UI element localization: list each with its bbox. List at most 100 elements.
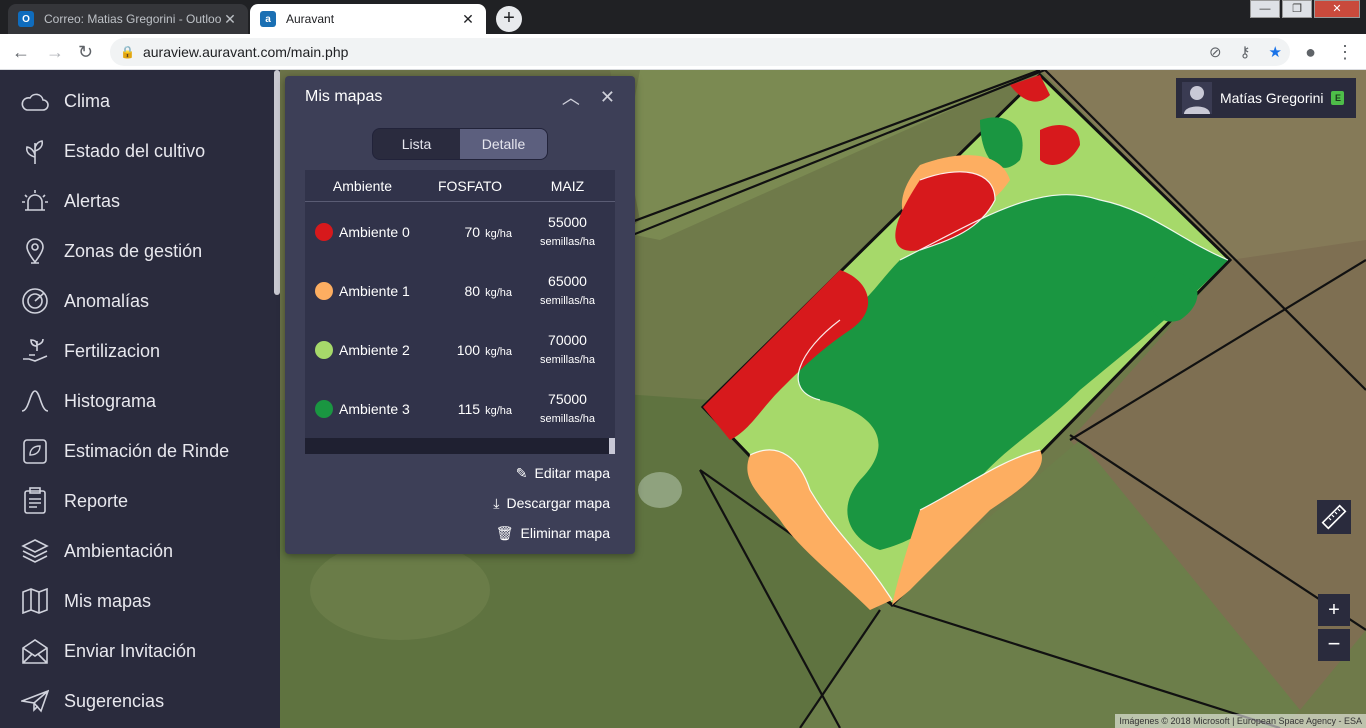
close-icon[interactable]: ✕ bbox=[222, 11, 238, 28]
ambiente-color-swatch bbox=[315, 399, 333, 418]
sidebar-item-clima[interactable]: Clima bbox=[0, 76, 272, 126]
sidebar-item-estado-del-cultivo[interactable]: Estado del cultivo bbox=[0, 126, 272, 176]
address-bar[interactable]: 🔒 auraview.auravant.com/main.php ⊘ ⚷ ★ bbox=[110, 38, 1290, 66]
edit-map-label: Editar mapa bbox=[534, 465, 610, 481]
fosfato-unit: kg/ha bbox=[485, 404, 512, 417]
edit-map-button[interactable]: ✎ Editar mapa bbox=[493, 458, 610, 488]
bookmark-star-icon[interactable]: ★ bbox=[1269, 43, 1282, 61]
ambiente-color-swatch bbox=[315, 222, 333, 241]
plant-icon bbox=[20, 136, 50, 166]
lock-icon: 🔒 bbox=[120, 45, 135, 59]
view-toggle: Lista Detalle bbox=[372, 128, 548, 160]
download-map-button[interactable]: ⤓ Descargar mapa bbox=[493, 488, 610, 518]
seed-bag-icon bbox=[20, 436, 50, 466]
download-map-label: Descargar mapa bbox=[506, 495, 611, 511]
location-pin-icon bbox=[20, 236, 50, 266]
tab-outlook[interactable]: O Correo: Matias Gregorini - Outlook ✕ bbox=[8, 4, 248, 34]
sidebar-item-label: Mis mapas bbox=[64, 590, 152, 611]
fosfato-unit: kg/ha bbox=[485, 227, 512, 240]
back-icon[interactable]: ← bbox=[12, 42, 30, 63]
tab-title: Correo: Matias Gregorini - Outlook bbox=[44, 12, 222, 26]
sidebar-item-zonas-de-gestion[interactable]: Zonas de gestión bbox=[0, 226, 272, 276]
sidebar-item-reporte[interactable]: Reporte bbox=[0, 476, 272, 526]
tab-auravant[interactable]: a Auravant ✕ bbox=[250, 4, 486, 34]
delete-map-label: Eliminar mapa bbox=[520, 525, 610, 541]
paper-plane-icon bbox=[20, 686, 50, 716]
table-row: Ambiente 0 70 kg/ha 55000 semillas/ha bbox=[305, 202, 615, 261]
browser-toolbar: ← → ↻ 🔒 auraview.auravant.com/main.php ⊘… bbox=[0, 34, 1366, 70]
sidebar-item-alertas[interactable]: Alertas bbox=[0, 176, 272, 226]
sidebar-item-histograma[interactable]: Histograma bbox=[0, 376, 272, 426]
outlook-icon: O bbox=[18, 11, 34, 27]
zoom-in-button[interactable]: + bbox=[1318, 594, 1350, 626]
ambientes-table: Ambiente FOSFATO MAIZ Ambiente 0 70 kg/ha… bbox=[305, 170, 615, 454]
tab-detalle[interactable]: Detalle bbox=[460, 129, 547, 159]
fosfato-value: 80 bbox=[464, 282, 481, 299]
measure-ruler-button[interactable] bbox=[1317, 500, 1351, 534]
ambiente-color-swatch bbox=[315, 340, 333, 359]
sidebar-item-mis-mapas[interactable]: Mis mapas bbox=[0, 576, 272, 626]
avatar bbox=[1182, 82, 1212, 114]
maiz-value: 70000 bbox=[548, 331, 587, 348]
url-text: auraview.auravant.com/main.php bbox=[142, 44, 349, 60]
reload-icon[interactable]: ↻ bbox=[78, 42, 93, 63]
key-icon[interactable]: ⚷ bbox=[1240, 43, 1251, 61]
column-header: MAIZ bbox=[550, 177, 585, 194]
fosfato-value: 70 bbox=[464, 223, 481, 240]
restore-icon[interactable]: ❐ bbox=[1282, 0, 1312, 18]
bell-curve-icon bbox=[20, 386, 50, 416]
sidebar-item-estimacion-de-rinde[interactable]: Estimación de Rinde bbox=[0, 426, 272, 476]
sidebar-item-label: Estado del cultivo bbox=[64, 140, 206, 161]
user-menu[interactable]: Matías Gregorini E bbox=[1176, 78, 1356, 118]
sidebar-item-anomalias[interactable]: Anomalías bbox=[0, 276, 272, 326]
sidebar-item-label: Sugerencias bbox=[64, 690, 165, 711]
kebab-menu-icon[interactable]: ⋮ bbox=[1336, 42, 1354, 63]
zoom-out-button[interactable]: − bbox=[1318, 629, 1350, 661]
user-name: Matías Gregorini bbox=[1220, 90, 1324, 106]
maiz-unit: semillas/ha bbox=[539, 294, 596, 307]
plan-badge-icon: E bbox=[1331, 91, 1345, 105]
table-header: Ambiente FOSFATO MAIZ bbox=[305, 170, 615, 202]
sidebar-item-label: Fertilizacion bbox=[64, 340, 161, 361]
sidebar-item-sugerencias[interactable]: Sugerencias bbox=[0, 676, 272, 726]
ambiente-name: Ambiente 2 bbox=[339, 341, 410, 358]
new-tab-button[interactable]: + bbox=[496, 6, 522, 32]
map-attribution: Imágenes © 2018 Microsoft | European Spa… bbox=[1115, 714, 1366, 728]
scrollbar-thumb[interactable] bbox=[609, 438, 615, 454]
close-icon[interactable]: ✕ bbox=[600, 87, 615, 108]
map-actions: ✎ Editar mapa ⤓ Descargar mapa 🗑 Elimina… bbox=[493, 458, 610, 548]
fosfato-value: 100 bbox=[456, 341, 481, 358]
table-row: Ambiente 1 80 kg/ha 65000 semillas/ha bbox=[305, 261, 615, 320]
tab-title: Auravant bbox=[286, 12, 335, 26]
sidebar-item-label: Zonas de gestión bbox=[64, 240, 203, 261]
sidebar-item-enviar-invitacion[interactable]: Enviar Invitación bbox=[0, 626, 272, 676]
envelope-icon bbox=[20, 636, 50, 666]
maiz-unit: semillas/ha bbox=[539, 412, 596, 425]
map-icon bbox=[20, 586, 50, 616]
column-header: Ambiente bbox=[332, 177, 393, 194]
delete-map-button[interactable]: 🗑 Eliminar mapa bbox=[493, 518, 610, 548]
sidebar-item-ambientacion[interactable]: Ambientación bbox=[0, 526, 272, 576]
forward-icon[interactable]: → bbox=[46, 42, 64, 63]
ambiente-name: Ambiente 3 bbox=[339, 400, 410, 417]
radar-icon bbox=[20, 286, 50, 316]
sidebar-item-label: Estimación de Rinde bbox=[64, 440, 230, 461]
sidebar-item-label: Alertas bbox=[64, 190, 121, 211]
table-row: Ambiente 2 100 kg/ha 70000 semillas/ha bbox=[305, 320, 615, 379]
table-row: Ambiente 3 115 kg/ha 75000 semillas/ha bbox=[305, 379, 615, 438]
sidebar: Clima Estado del cultivo Alertas Zonas d… bbox=[0, 70, 280, 728]
collapse-chevron-up-icon[interactable]: ︿ bbox=[562, 84, 580, 110]
table-horizontal-scrollbar[interactable] bbox=[305, 438, 615, 454]
sidebar-item-fertilizacion[interactable]: Fertilizacion bbox=[0, 326, 272, 376]
minimize-icon[interactable]: — bbox=[1250, 0, 1280, 18]
sidebar-item-label: Ambientación bbox=[64, 540, 174, 561]
ambiente-color-swatch bbox=[315, 281, 333, 300]
close-icon[interactable]: ✕ bbox=[460, 11, 476, 28]
profile-icon[interactable]: ● bbox=[1305, 42, 1316, 63]
tab-lista[interactable]: Lista bbox=[373, 129, 460, 159]
mis-mapas-panel: Mis mapas ︿ ✕ Lista Detalle Ambiente FOS… bbox=[285, 76, 635, 554]
window-close-icon[interactable]: ✕ bbox=[1314, 0, 1360, 18]
panel-title: Mis mapas bbox=[305, 88, 383, 105]
blocked-icon[interactable]: ⊘ bbox=[1209, 43, 1222, 61]
sidebar-item-label: Anomalías bbox=[64, 290, 150, 311]
